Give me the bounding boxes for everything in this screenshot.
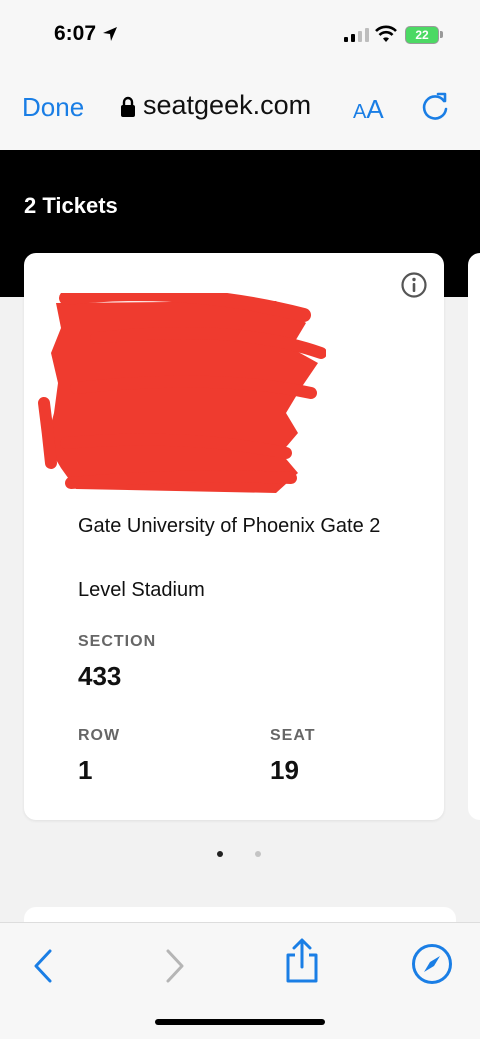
reload-icon[interactable] — [420, 91, 450, 123]
done-button[interactable]: Done — [22, 92, 84, 123]
cellular-signal-icon — [344, 26, 369, 42]
text-size-button[interactable]: AA — [353, 94, 384, 125]
chevron-left-icon[interactable] — [30, 947, 56, 985]
pager-dot-active[interactable] — [217, 851, 223, 857]
battery-tip — [440, 31, 443, 38]
status-bar: 6:07 22 — [0, 0, 480, 70]
compass-icon[interactable] — [411, 943, 453, 985]
lock-icon — [121, 96, 135, 117]
share-icon[interactable] — [282, 937, 322, 985]
text-size-small-letter: A — [353, 101, 367, 123]
info-icon[interactable] — [400, 271, 428, 299]
section-label: SECTION — [78, 633, 157, 650]
seat-label: SEAT — [270, 727, 316, 744]
browser-address-bar: Done seatgeek.com AA — [0, 70, 480, 150]
ticket-card: Gate University of Phoenix Gate 2 Level … — [24, 253, 444, 820]
section-value: 433 — [78, 661, 122, 691]
location-arrow-icon — [103, 27, 117, 41]
row-label: ROW — [78, 727, 121, 744]
redaction-scribble — [38, 293, 326, 493]
text-size-big-letter: A — [366, 94, 384, 124]
status-time: 6:07 — [54, 22, 97, 45]
seat-value: 19 — [270, 755, 299, 785]
ticket-pager — [217, 851, 261, 857]
wifi-icon — [375, 25, 397, 42]
page-title: 2 Tickets — [24, 193, 118, 218]
home-indicator[interactable] — [155, 1019, 325, 1025]
next-ticket-card[interactable] — [468, 253, 480, 820]
ticket-level: Level Stadium — [78, 579, 205, 601]
battery-level: 22 — [415, 28, 429, 42]
pager-dot[interactable] — [255, 851, 261, 857]
url-field[interactable]: seatgeek.com — [143, 90, 311, 121]
ticket-gate: Gate University of Phoenix Gate 2 — [78, 515, 381, 537]
row-value: 1 — [78, 755, 93, 785]
battery-icon: 22 — [405, 26, 439, 44]
chevron-right-icon[interactable] — [162, 947, 188, 985]
